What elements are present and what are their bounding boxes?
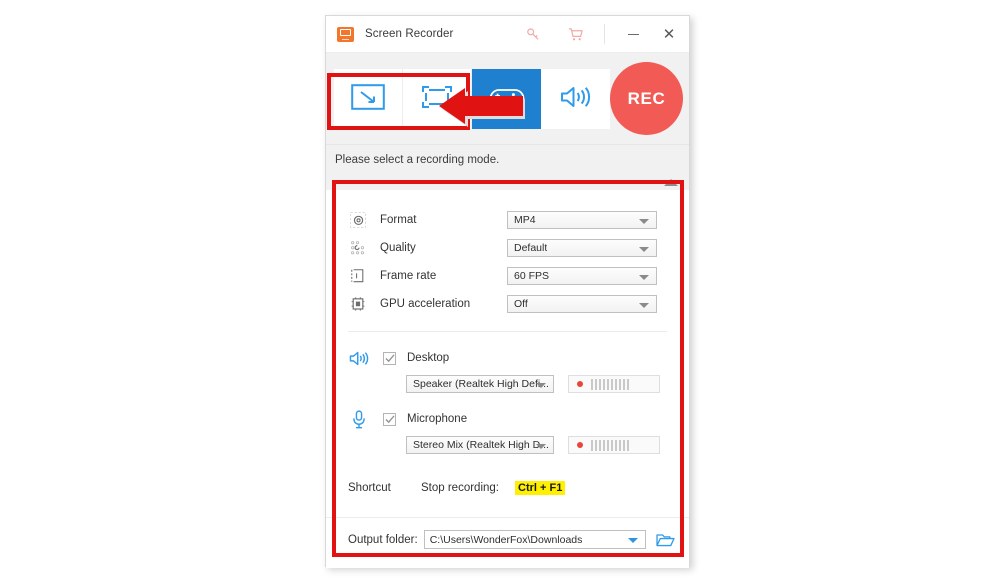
folder-open-icon[interactable] [656,532,675,548]
microphone-device-dropdown[interactable]: Stereo Mix (Realtek High D... [406,436,554,454]
screen-recorder-logo-icon [337,26,354,42]
stop-recording-label: Stop recording: [421,482,499,494]
custom-region-icon [351,83,385,115]
collapse-up-arrow-icon[interactable] [664,179,678,186]
setting-label-quality: Quality [380,242,416,254]
key-icon[interactable] [519,20,547,48]
frame-rate-dropdown[interactable]: 60 FPS [507,267,657,285]
quality-dots-icon [348,239,368,257]
close-button[interactable]: ✕ [655,20,683,48]
mode-button-game-recording[interactable] [472,69,541,129]
record-dot-icon [577,442,583,448]
mode-button-custom-region[interactable] [334,69,403,129]
minimize-button[interactable] [619,20,647,48]
microphone-meter-bars [591,439,629,451]
titlebar-divider [604,24,605,44]
record-dot-icon [577,381,583,387]
microphone-audio-block: Microphone Stereo Mix (Realtek High D... [348,409,667,454]
chevron-down-icon [639,247,649,252]
speaker-icon [559,84,593,115]
microphone-checkbox[interactable] [383,412,396,426]
desktop-audio-checkbox[interactable] [383,351,396,365]
cart-icon[interactable] [562,20,590,48]
shortcut-row: Shortcut Stop recording: Ctrl + F1 [326,481,689,495]
chevron-down-icon [536,444,546,449]
output-folder-label: Output folder: [348,533,418,546]
gamepad-icon [488,85,526,114]
format-gear-icon [348,211,368,229]
gpu-acceleration-value: Off [514,298,528,310]
hint-row: Please select a recording mode. [326,145,689,190]
screenshot-canvas: Screen Recorder ✕ REC Please select a re… [0,0,1000,580]
microphone-level-meter [568,436,660,454]
mode-button-full-screen[interactable] [403,69,472,129]
setting-row-gpu-acceleration: GPU acceleration Off [348,290,667,318]
output-folder-path: C:\Users\WonderFox\Downloads [429,533,583,546]
desktop-audio-level-meter [568,375,660,393]
setting-row-format: Format MP4 [348,206,667,234]
hint-text: Please select a recording mode. [335,154,500,166]
settings-panel: Format MP4 Quality Default Frame rate 60… [326,190,689,568]
frame-rate-value: 60 FPS [514,270,550,282]
desktop-audio-block: Desktop Speaker (Realtek High Defi... [348,348,667,393]
speaker-icon [348,348,370,368]
mode-button-audio-recording[interactable] [541,69,610,129]
chevron-down-icon [627,538,638,543]
output-folder-dropdown[interactable]: C:\Users\WonderFox\Downloads [423,530,646,549]
setting-row-frame-rate: Frame rate 60 FPS [348,262,667,290]
desktop-audio-device-value: Speaker (Realtek High Defi... [413,378,549,390]
frame-rate-icon [348,267,368,285]
stop-recording-shortcut-key[interactable]: Ctrl + F1 [515,481,566,495]
title-bar: Screen Recorder ✕ [326,16,689,53]
recording-mode-strip [334,69,610,129]
gpu-chip-icon [348,295,368,313]
quality-value: Default [514,242,548,254]
format-value: MP4 [514,214,536,226]
desktop-audio-label: Desktop [407,352,450,364]
settings-divider [348,331,667,332]
chevron-down-icon [639,219,649,224]
output-folder-row: Output folder: C:\Users\WonderFox\Downlo… [326,518,689,549]
desktop-meter-bars [591,378,629,390]
full-screen-icon [420,84,454,115]
chevron-down-icon [639,303,649,308]
screen-recorder-window: Screen Recorder ✕ REC Please select a re… [325,15,690,568]
microphone-label: Microphone [407,413,468,425]
microphone-device-value: Stereo Mix (Realtek High D... [413,439,549,451]
recording-mode-toolbar: REC [326,53,689,145]
setting-label-format: Format [380,214,417,226]
microphone-icon [348,409,370,429]
quality-dropdown[interactable]: Default [507,239,657,257]
setting-label-frame-rate: Frame rate [380,270,437,282]
shortcut-title: Shortcut [348,482,391,494]
chevron-down-icon [639,275,649,280]
format-dropdown[interactable]: MP4 [507,211,657,229]
rec-button[interactable]: REC [610,62,683,135]
window-title: Screen Recorder [365,28,454,40]
setting-row-quality: Quality Default [348,234,667,262]
chevron-down-icon [536,383,546,388]
desktop-audio-device-dropdown[interactable]: Speaker (Realtek High Defi... [406,375,554,393]
setting-label-gpu-acceleration: GPU acceleration [380,298,471,310]
gpu-acceleration-dropdown[interactable]: Off [507,295,657,313]
